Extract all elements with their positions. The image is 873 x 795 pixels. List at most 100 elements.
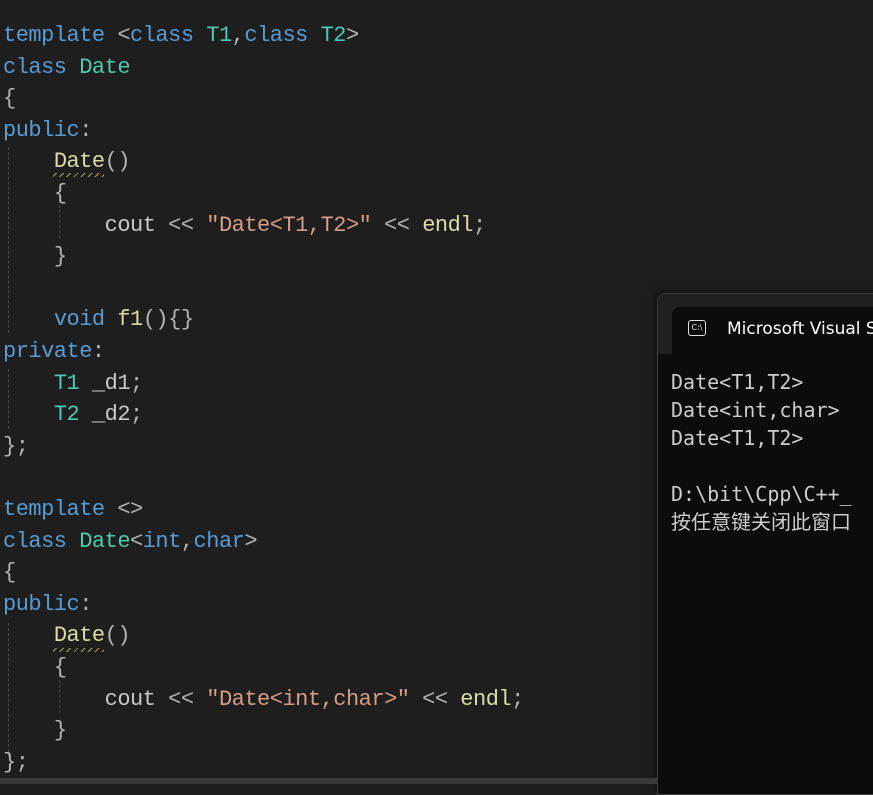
code-line: T2 _d2;	[3, 399, 143, 431]
code-line: private:	[3, 336, 105, 368]
console-output[interactable]: Date<T1,T2> Date<int,char> Date<T1,T2> D…	[671, 368, 873, 536]
code-line: }	[3, 715, 67, 747]
code-token-string: "Date<int,char>"	[206, 686, 410, 712]
code-token-type: T2	[53, 402, 80, 428]
code-token-function: Date	[53, 623, 105, 649]
code-token-function: f1	[117, 307, 143, 333]
code-token-function: endl	[460, 686, 512, 712]
code-token-punctuation: ;	[130, 402, 143, 428]
code-token-punctuation: ()	[104, 149, 131, 175]
code-line: {	[3, 178, 67, 210]
code-line: Date()	[3, 146, 131, 178]
code-token-punctuation: <<	[155, 212, 207, 238]
code-token-punctuation: :	[91, 339, 105, 364]
code-token-punctuation: {	[3, 86, 16, 112]
code-line: {	[3, 652, 67, 684]
code-token-punctuation: ;	[511, 686, 524, 712]
code-token-keyword: template	[3, 23, 105, 48]
code-line: public:	[3, 589, 92, 621]
code-token-type: Date	[79, 528, 131, 554]
code-token-keyword: class	[244, 23, 308, 48]
code-token-keyword: public	[3, 591, 80, 617]
console-line: Date<T1,T2>	[671, 370, 804, 394]
code-token-punctuation: ,	[180, 528, 194, 554]
code-token-keyword: class	[130, 23, 194, 48]
code-token-identifier: cout	[104, 212, 156, 238]
code-line: template <class T1,class T2>	[3, 20, 359, 52]
code-token-punctuation: ()	[104, 623, 131, 649]
console-line: Date<T1,T2>	[671, 426, 804, 450]
horizontal-scrollbar[interactable]	[0, 778, 657, 784]
code-token-punctuation: (){}	[142, 307, 194, 333]
code-token-keyword: class	[3, 54, 67, 80]
code-token-identifier: _d2	[79, 402, 131, 428]
code-token-type: T1	[53, 370, 80, 396]
code-token-keyword: private	[3, 339, 92, 364]
code-token-identifier: _d1	[79, 370, 131, 396]
code-line: };	[3, 431, 29, 463]
code-token-punctuation: <<	[409, 686, 461, 712]
code-token-punctuation: <	[130, 528, 143, 554]
console-line: D:\bit\Cpp\C++_	[671, 482, 852, 506]
code-token-punctuation: >	[345, 23, 359, 48]
code-line: template <>	[3, 494, 143, 526]
code-token-keyword: int	[142, 528, 182, 554]
code-line: T1 _d1;	[3, 368, 143, 400]
code-token-punctuation: :	[79, 117, 92, 143]
code-token-punctuation: {	[3, 560, 16, 586]
code-token-type: T2	[320, 23, 347, 48]
code-token-keyword: template	[3, 497, 105, 522]
code-token-punctuation: }	[53, 244, 67, 270]
debug-console-window[interactable]: C:\ Microsoft Visual Studio Debug Consol…	[657, 293, 873, 795]
code-line: void f1(){}	[3, 304, 194, 336]
code-line: Date()	[3, 620, 131, 652]
code-token-punctuation: <<	[155, 686, 207, 712]
code-token-punctuation: ;	[130, 370, 143, 396]
code-token-punctuation: ,	[231, 23, 245, 48]
code-token-identifier: cout	[104, 686, 156, 712]
code-line: };	[3, 747, 29, 779]
code-token-punctuation: ;	[473, 212, 486, 238]
code-token-keyword: char	[193, 528, 245, 554]
code-token-keyword: public	[3, 117, 80, 143]
code-line: class Date	[3, 52, 131, 84]
code-token-type: T1	[206, 23, 232, 48]
console-tab[interactable]: C:\ Microsoft Visual Studio Debug Consol…	[672, 307, 873, 354]
code-token-punctuation: <>	[117, 497, 143, 522]
console-title: Microsoft Visual Studio Debug Console	[727, 319, 873, 339]
code-token-punctuation: }	[53, 718, 67, 744]
console-line: 按任意键关闭此窗口	[671, 510, 851, 534]
code-line: cout << "Date<int,char>" << endl;	[3, 684, 525, 716]
code-token-punctuation: :	[79, 591, 92, 617]
code-line: public:	[3, 115, 92, 147]
code-token-punctuation: {	[53, 181, 67, 206]
code-token-function: Date	[53, 149, 105, 175]
code-line: cout << "Date<T1,T2>" << endl;	[3, 210, 487, 242]
code-line: }	[3, 241, 67, 273]
code-token-punctuation: };	[3, 433, 29, 459]
code-token-keyword: void	[53, 307, 105, 333]
code-token-function: endl	[422, 212, 474, 238]
console-line: Date<int,char>	[671, 398, 840, 422]
code-token-type: Date	[79, 54, 131, 80]
code-token-punctuation: {	[53, 655, 67, 680]
code-line: class Date<int,char>	[3, 526, 258, 558]
console-app-icon: C:\	[688, 320, 706, 336]
code-token-keyword: class	[3, 528, 67, 554]
